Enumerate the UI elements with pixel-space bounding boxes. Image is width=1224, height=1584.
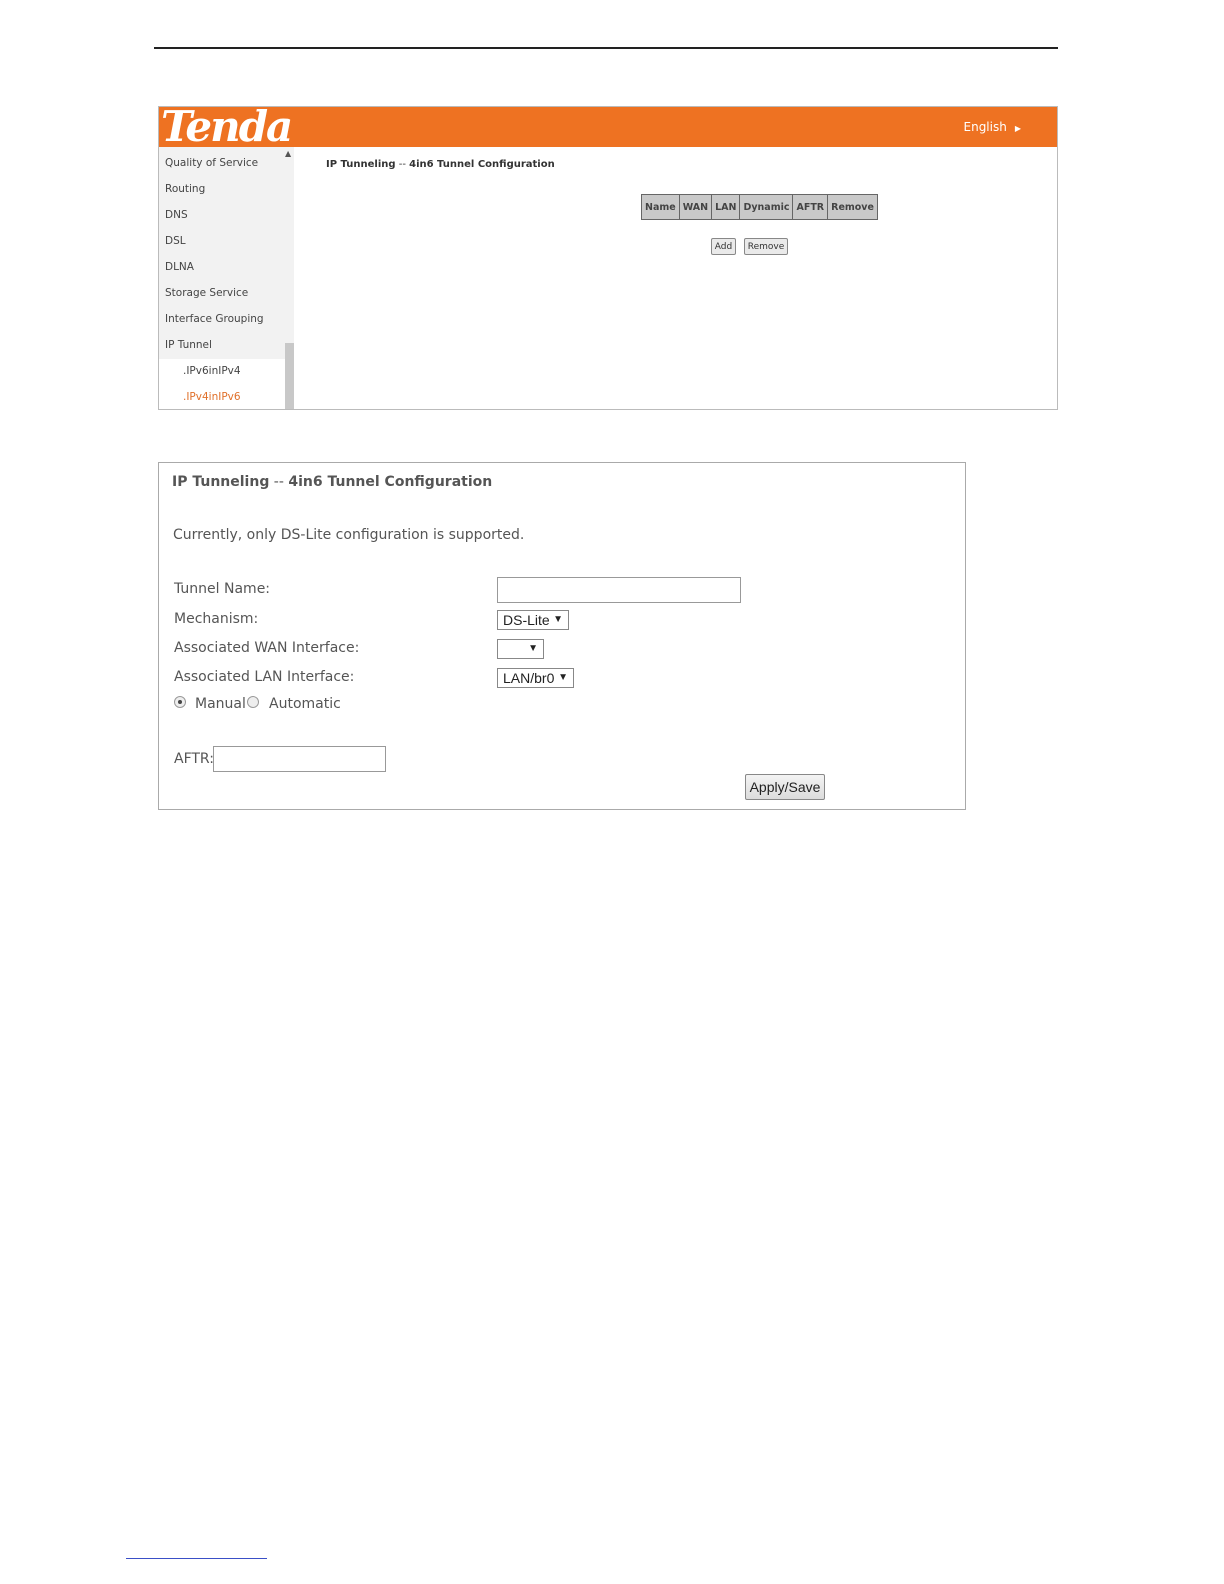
- sidebar-scrollbar[interactable]: [285, 343, 294, 409]
- tunnel-config-form-screenshot: IP Tunneling -- 4in6 Tunnel Configuratio…: [158, 462, 966, 810]
- form-title-separator: --: [269, 474, 289, 490]
- sidebar-item-ip-tunnel[interactable]: IP Tunnel: [165, 337, 212, 353]
- footer-link-underline[interactable]: [126, 1558, 267, 1559]
- automatic-radio[interactable]: [247, 696, 259, 708]
- wan-interface-label: Associated WAN Interface:: [174, 640, 360, 656]
- mechanism-value: DS-Lite: [503, 612, 550, 628]
- automatic-radio-label: Automatic: [269, 696, 341, 712]
- remove-button[interactable]: Remove: [744, 238, 788, 255]
- sidebar-item-routing[interactable]: Routing: [165, 181, 205, 197]
- table-header-row: Name WAN LAN Dynamic AFTR Remove: [641, 194, 878, 220]
- form-title: IP Tunneling -- 4in6 Tunnel Configuratio…: [172, 474, 492, 490]
- column-header: Remove: [827, 194, 878, 220]
- mechanism-label: Mechanism:: [174, 611, 259, 627]
- apply-save-button[interactable]: Apply/Save: [745, 774, 825, 800]
- sidebar-item-dns[interactable]: DNS: [165, 207, 188, 223]
- caret-right-icon: ▶: [1014, 124, 1021, 133]
- sidebar: ▲ Quality of Service Routing DNS DSL DLN…: [159, 147, 294, 409]
- lan-interface-value: LAN/br0: [503, 670, 555, 686]
- aftr-label: AFTR:: [174, 751, 214, 767]
- column-header: WAN: [678, 194, 713, 220]
- tenda-logo: Tenda: [161, 102, 293, 151]
- dropdown-arrow-icon: ▼: [528, 643, 538, 654]
- scroll-up-icon[interactable]: ▲: [285, 149, 291, 158]
- dropdown-arrow-icon: ▼: [558, 672, 568, 683]
- sidebar-item-quality-of-service[interactable]: Quality of Service: [165, 155, 258, 171]
- manual-radio[interactable]: [174, 696, 186, 708]
- page-header-rule: [154, 47, 1058, 49]
- lan-interface-select[interactable]: LAN/br0 ▼: [497, 668, 574, 688]
- support-note: Currently, only DS-Lite configuration is…: [173, 527, 525, 543]
- add-button[interactable]: Add: [711, 238, 736, 255]
- form-title-sub: 4in6 Tunnel Configuration: [288, 474, 493, 490]
- manual-radio-label: Manual: [195, 696, 246, 712]
- tunnel-table: Name WAN LAN Dynamic AFTR Remove: [641, 194, 878, 220]
- sidebar-item-dlna[interactable]: DLNA: [165, 259, 194, 275]
- column-header: AFTR: [792, 194, 829, 220]
- sidebar-item-storage-service[interactable]: Storage Service: [165, 285, 248, 301]
- page-title-separator: --: [395, 159, 410, 170]
- tunnel-name-label: Tunnel Name:: [174, 581, 271, 597]
- lan-interface-label: Associated LAN Interface:: [174, 669, 355, 685]
- dropdown-arrow-icon: ▼: [553, 614, 563, 625]
- sidebar-item-interface-grouping[interactable]: Interface Grouping: [165, 311, 264, 327]
- wan-interface-select[interactable]: ▼: [497, 639, 544, 659]
- column-header: Name: [641, 194, 680, 220]
- language-selector[interactable]: English ▶: [964, 120, 1022, 134]
- brand-bar: Tenda English ▶: [159, 102, 1057, 151]
- column-header: LAN: [711, 194, 741, 220]
- form-title-main: IP Tunneling: [172, 474, 270, 490]
- tunnel-name-input[interactable]: [497, 577, 741, 603]
- router-ui-screenshot-overview: Tenda English ▶ ▲ Quality of Service Rout…: [158, 102, 1058, 410]
- column-header: Dynamic: [739, 194, 794, 220]
- aftr-input[interactable]: [213, 746, 386, 772]
- mechanism-select[interactable]: DS-Lite ▼: [497, 610, 569, 630]
- sidebar-item-ipv6inipv4[interactable]: .IPv6inIPv4: [183, 363, 241, 379]
- language-label: English: [963, 120, 1007, 134]
- page-title-main: IP Tunneling: [326, 159, 396, 170]
- page-title-sub: 4in6 Tunnel Configuration: [409, 159, 555, 170]
- sidebar-item-dsl[interactable]: DSL: [165, 233, 186, 249]
- page-title: IP Tunneling -- 4in6 Tunnel Configuratio…: [326, 159, 555, 170]
- sidebar-item-ipv4inipv6[interactable]: .IPv4inIPv6: [183, 389, 241, 405]
